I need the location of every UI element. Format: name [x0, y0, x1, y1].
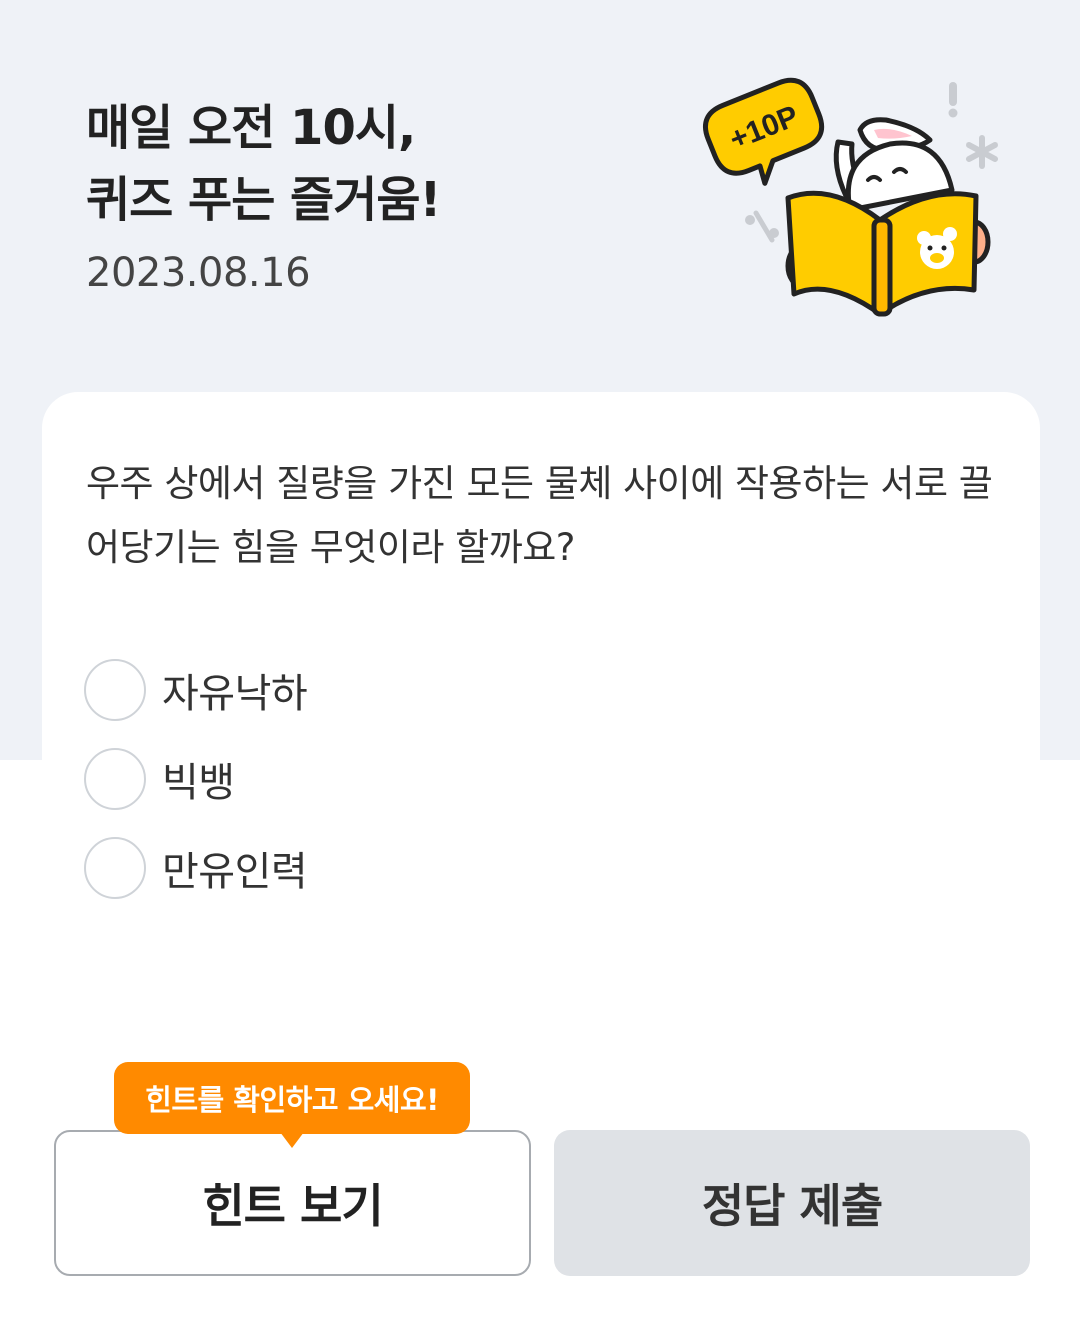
- points-badge: +10P: [703, 77, 825, 186]
- percent-icon: [745, 210, 779, 243]
- exclamation-icon: [948, 82, 958, 118]
- answer-option-2[interactable]: 빅뱅: [84, 747, 307, 811]
- rabbit-reading-book-icon: +10P: [703, 77, 998, 317]
- asterisk-icon: [966, 135, 998, 169]
- radio-button[interactable]: [84, 748, 146, 810]
- answer-option-3[interactable]: 만유인력: [84, 836, 308, 900]
- quiz-page: 매일 오전 10시, 퀴즈 푸는 즐거움! 2023.08.16 +10P 우주…: [0, 0, 1080, 1336]
- headline-line-1: 매일 오전 10시,: [86, 100, 416, 156]
- answer-option-label: 빅뱅: [162, 760, 235, 806]
- answer-option-label: 만유인력: [162, 849, 308, 895]
- submit-answer-button[interactable]: 정답 제출: [554, 1130, 1030, 1276]
- tooltip-arrow: [280, 1132, 304, 1148]
- headline: 매일 오전 10시, 퀴즈 푸는 즐거움!: [86, 92, 441, 236]
- radio-button[interactable]: [84, 659, 146, 721]
- hint-button[interactable]: 힌트 보기: [54, 1130, 531, 1276]
- answer-options: 자유낙하 빅뱅 만유인력: [84, 658, 308, 925]
- answer-option-1[interactable]: 자유낙하: [84, 658, 308, 722]
- headline-line-2: 퀴즈 푸는 즐거움!: [86, 172, 441, 228]
- quiz-date: 2023.08.16: [86, 250, 311, 296]
- answer-option-label: 자유낙하: [162, 671, 308, 717]
- quiz-question: 우주 상에서 질량을 가진 모든 물체 사이에 작용하는 서로 끌어당기는 힘을…: [86, 462, 993, 569]
- hint-tooltip: 힌트를 확인하고 오세요!: [114, 1062, 470, 1134]
- radio-button[interactable]: [84, 837, 146, 899]
